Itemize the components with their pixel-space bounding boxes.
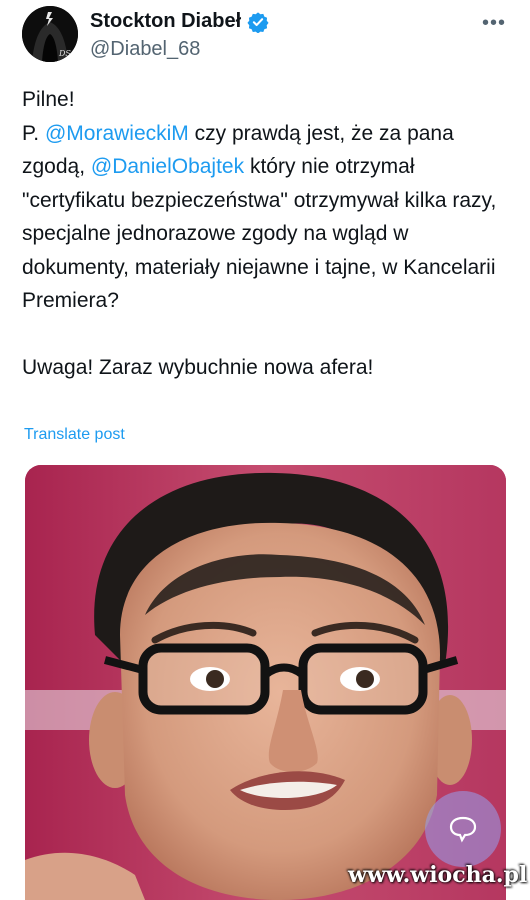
post-body-2: który nie otrzymał "certyfikatu bezpiecz… xyxy=(22,155,503,312)
mention-obajtek[interactable]: @DanielObajtek xyxy=(91,155,244,178)
post-line-uwaga: Uwaga! Zaraz wybuchnie nowa afera! xyxy=(22,356,374,379)
display-name[interactable]: Stockton Diabeł xyxy=(90,10,241,33)
more-options-icon[interactable]: ••• xyxy=(482,12,506,35)
chat-fab-button[interactable] xyxy=(425,791,501,867)
watermark: www.wiocha.pl xyxy=(348,862,528,888)
chat-bubble-icon xyxy=(449,816,477,843)
post-media-image[interactable] xyxy=(25,465,506,900)
post-line-pilne: Pilne! xyxy=(22,88,75,111)
verified-badge-icon[interactable] xyxy=(247,11,269,33)
name-row: Stockton Diabeł xyxy=(90,10,269,33)
mention-morawiecki[interactable]: @MorawieckiM xyxy=(45,122,189,145)
avatar-initials: DS xyxy=(58,49,71,58)
post-header: DS Stockton Diabeł @Diabel_68 ••• xyxy=(22,4,516,64)
post-prefix: P. xyxy=(22,121,45,145)
translate-post-link[interactable]: Translate post xyxy=(24,426,125,444)
hooded-figure-avatar-icon: DS xyxy=(22,6,78,62)
avatar[interactable]: DS xyxy=(22,6,78,62)
post-text: Pilne! P. @MorawieckiM czy prawdą jest, … xyxy=(22,83,502,385)
user-handle[interactable]: @Diabel_68 xyxy=(90,38,200,61)
